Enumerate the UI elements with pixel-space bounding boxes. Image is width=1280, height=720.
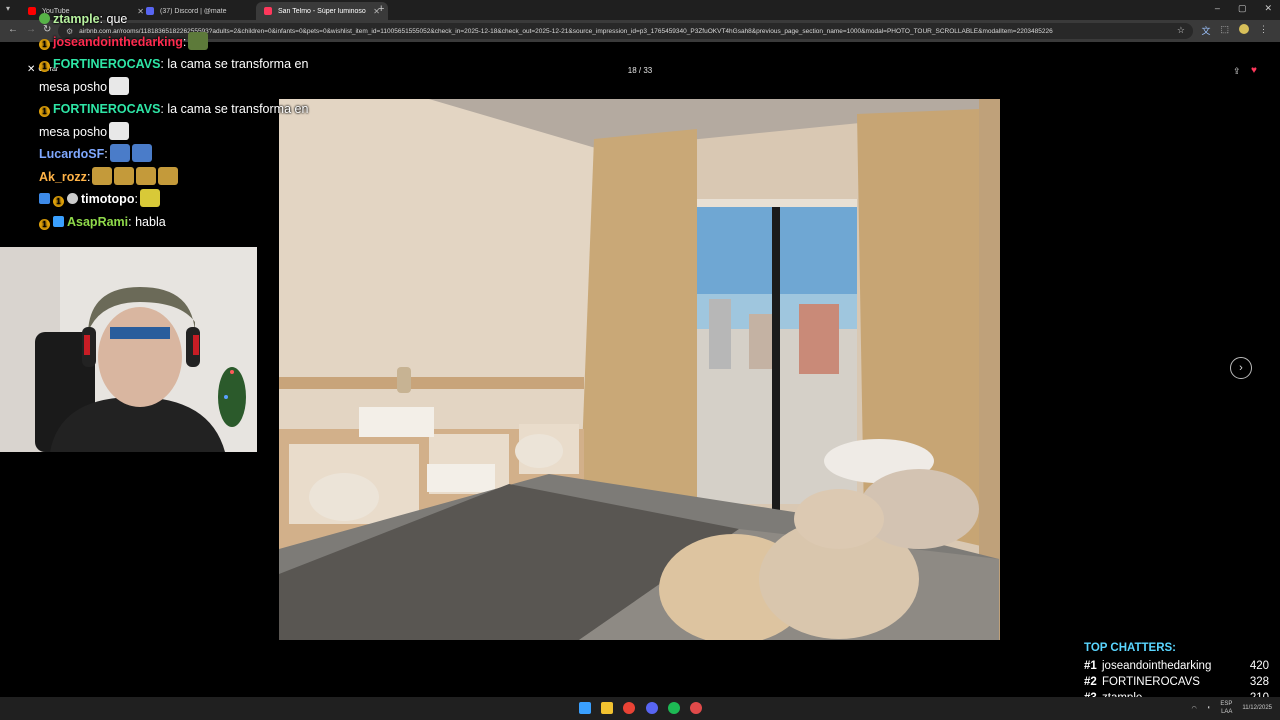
chat-message: 1 timotopo: bbox=[39, 188, 319, 211]
chat-message: 1 AsapRami: habla bbox=[39, 211, 319, 234]
top-chatters-title: TOP CHATTERS: bbox=[1084, 642, 1177, 654]
chat-emote-icon bbox=[109, 121, 130, 140]
file-explorer-icon[interactable] bbox=[601, 702, 613, 714]
chatter-name: FORTINEROCAVS bbox=[1102, 676, 1200, 688]
chevron-right-icon: › bbox=[1239, 362, 1243, 374]
stream-chat: ztample: que 1 joseandointhedarking: 1 FORTI… bbox=[39, 8, 319, 233]
chat-emote-icon bbox=[131, 144, 152, 162]
next-photo-button[interactable]: › bbox=[1230, 357, 1252, 379]
chat-username[interactable]: Ak_rozz bbox=[39, 170, 87, 184]
tab-favicon-icon bbox=[28, 7, 36, 15]
share-icon[interactable]: ⇪ bbox=[1233, 66, 1241, 77]
chat-text: : bbox=[104, 147, 108, 161]
tab-search-icon[interactable]: ▾ bbox=[6, 4, 10, 13]
gold-badge-icon: 1 bbox=[39, 38, 50, 50]
chatter-rank: #1 bbox=[1084, 660, 1097, 672]
chat-text: : bbox=[86, 169, 91, 184]
obs-icon[interactable] bbox=[690, 702, 702, 714]
chat-username[interactable]: AsapRami bbox=[67, 215, 128, 229]
gold-badge-icon: 1 bbox=[39, 218, 50, 230]
chrome-icon[interactable] bbox=[623, 702, 635, 714]
chat-text: : que bbox=[99, 12, 128, 26]
close-window-icon[interactable]: ✕ bbox=[1264, 3, 1272, 14]
blue-badge-icon bbox=[53, 215, 64, 227]
chat-message: 1 joseandointhedarking: bbox=[39, 31, 319, 54]
chat-username[interactable]: LucardoSF bbox=[39, 147, 104, 161]
minimize-icon[interactable]: – bbox=[1215, 3, 1220, 14]
top-chatter-row: #1 joseandointhedarking 420 bbox=[1084, 658, 1269, 674]
extensions-icon[interactable]: ⬚ bbox=[1220, 24, 1229, 37]
chat-message: ztample: que bbox=[39, 8, 319, 31]
chat-username[interactable]: FORTINEROCAVS bbox=[53, 102, 160, 116]
system-tray: ◠ ◖ ESP LAA 11/12/2025 bbox=[1192, 700, 1272, 716]
chat-username[interactable]: timotopo bbox=[81, 192, 134, 206]
chat-emote-icon bbox=[109, 76, 130, 95]
clock[interactable]: 11/12/2025 bbox=[1242, 704, 1272, 712]
chat-emote-icon bbox=[188, 31, 209, 50]
volume-icon[interactable]: ◖ bbox=[1207, 705, 1211, 711]
chat-emote-icon bbox=[92, 166, 113, 185]
gold-badge-icon: 1 bbox=[53, 196, 64, 207]
chatter-score: 328 bbox=[1249, 676, 1269, 688]
chat-emote-icon bbox=[158, 166, 179, 185]
menu-icon[interactable]: ⋮ bbox=[1259, 24, 1268, 37]
green-badge-icon bbox=[39, 13, 50, 24]
language-label: ESP bbox=[1220, 701, 1233, 707]
translate-icon[interactable]: 文 bbox=[1201, 24, 1210, 37]
photo-counter: 18 / 33 bbox=[627, 66, 653, 75]
chat-message: Ak_rozz: bbox=[39, 166, 319, 189]
heart-icon[interactable]: ♥ bbox=[1251, 65, 1257, 76]
bookmark-star-icon[interactable]: ☆ bbox=[1177, 25, 1185, 36]
chat-emote-icon bbox=[109, 144, 130, 162]
room-photo bbox=[279, 99, 1000, 640]
new-tab-button[interactable]: + bbox=[378, 3, 384, 15]
vip-badge-icon bbox=[39, 193, 50, 204]
chat-emote-icon bbox=[114, 166, 135, 185]
date-label: 11/12/2025 bbox=[1242, 705, 1272, 711]
chatter-score: 420 bbox=[1249, 660, 1269, 672]
chatter-name: joseandointhedarking bbox=[1102, 660, 1212, 672]
layout-label: LAA bbox=[1221, 709, 1233, 715]
chatter-rank: #2 bbox=[1084, 676, 1097, 688]
webcam-feed bbox=[0, 247, 257, 452]
taskbar: ◠ ◖ ESP LAA 11/12/2025 bbox=[0, 697, 1280, 720]
gold-badge-icon: 1 bbox=[39, 106, 50, 117]
maximize-icon[interactable]: ▢ bbox=[1238, 3, 1247, 14]
back-icon[interactable]: ← bbox=[8, 24, 18, 35]
chat-emote-icon bbox=[139, 189, 160, 207]
grey-badge-icon bbox=[67, 193, 78, 204]
spotify-icon[interactable] bbox=[668, 702, 680, 714]
profile-avatar[interactable] bbox=[1239, 24, 1249, 34]
windows-start-icon[interactable] bbox=[579, 702, 591, 714]
window-controls: – ▢ ✕ bbox=[1215, 3, 1272, 14]
chat-emote-icon bbox=[136, 166, 157, 185]
gold-badge-icon: 1 bbox=[39, 61, 50, 72]
chat-text: : bbox=[182, 34, 187, 49]
chat-text: : bbox=[134, 192, 138, 206]
chat-username[interactable]: FORTINEROCAVS bbox=[53, 57, 160, 71]
wifi-icon[interactable]: ◠ bbox=[1192, 705, 1197, 712]
chat-username[interactable]: ztample bbox=[53, 12, 100, 26]
close-icon: ✕ bbox=[27, 64, 36, 75]
language-indicator[interactable]: ESP LAA bbox=[1220, 700, 1232, 716]
chat-message: 1 FORTINEROCAVS: la cama se transforma en… bbox=[39, 98, 319, 143]
chat-message: 1 FORTINEROCAVS: la cama se transforma en… bbox=[39, 53, 319, 98]
chat-text: : habla bbox=[128, 214, 166, 229]
chat-message: LucardoSF: bbox=[39, 143, 319, 166]
extensions-area: 文 ⬚ ⋮ bbox=[1201, 24, 1268, 37]
forward-icon[interactable]: → bbox=[26, 24, 36, 35]
top-chatter-row: #2 FORTINEROCAVS 328 bbox=[1084, 674, 1269, 690]
chat-username[interactable]: joseandointhedarking bbox=[53, 35, 183, 49]
discord-icon[interactable] bbox=[646, 702, 658, 714]
